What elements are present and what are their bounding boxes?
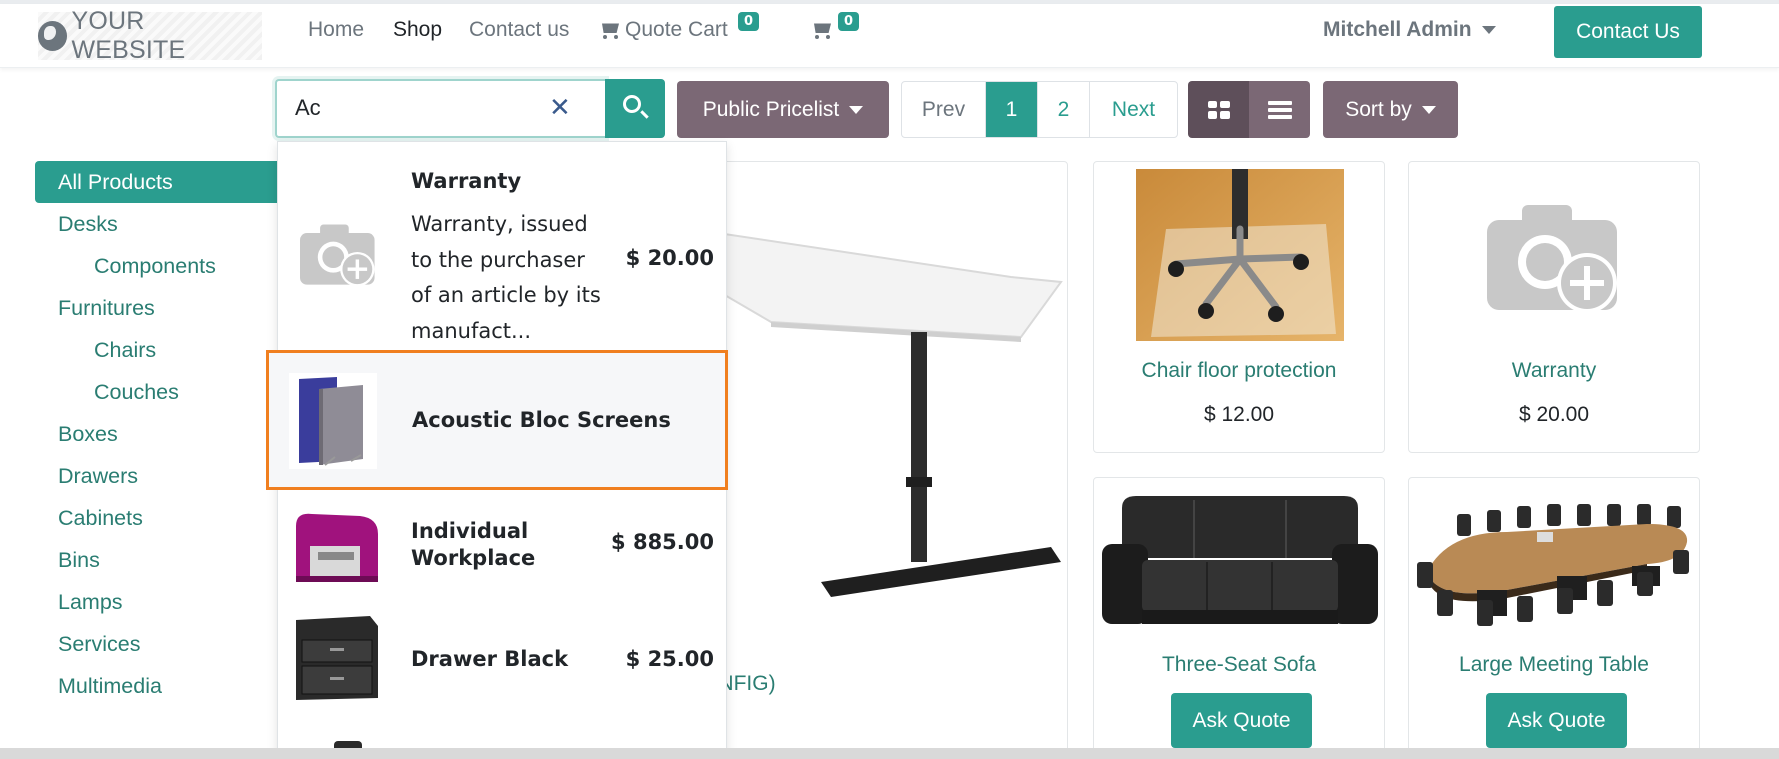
quote-cart-badge: 0	[738, 12, 760, 31]
nav-quote-cart[interactable]: Quote Cart	[599, 18, 728, 42]
category-couches[interactable]: Couches	[35, 371, 280, 413]
camera-placeholder-icon	[1487, 205, 1617, 313]
autocomplete-item-price: $ 885.00	[611, 530, 714, 554]
globe-icon	[38, 21, 68, 51]
grid-view-button[interactable]	[1188, 81, 1249, 138]
site-logo[interactable]: YOUR WEBSITE	[38, 7, 262, 64]
autocomplete-item-name: Acoustic Bloc Screens	[412, 408, 671, 432]
product-name[interactable]: Warranty	[1409, 359, 1699, 383]
category-chairs[interactable]: Chairs	[35, 329, 280, 371]
category-desks[interactable]: Desks	[35, 203, 280, 245]
autocomplete-item-description: Warranty, issued to the purchaser of an …	[411, 212, 601, 343]
logo-text: YOUR WEBSITE	[71, 7, 186, 64]
category-lamps[interactable]: Lamps	[35, 581, 280, 623]
pricelist-label: Public Pricelist	[702, 97, 840, 121]
sort-label: Sort by	[1345, 97, 1412, 121]
autocomplete-item-name: Drawer Black	[411, 647, 569, 671]
view-toggle	[1188, 81, 1310, 138]
product-card[interactable]: Large Meeting Table Ask Quote	[1408, 477, 1700, 759]
list-view-button[interactable]	[1249, 81, 1310, 138]
pager-page-1[interactable]: 1	[985, 82, 1037, 137]
chevron-down-icon	[1421, 105, 1436, 114]
contact-us-button[interactable]: Contact Us	[1554, 6, 1702, 58]
autocomplete-item-drawer-black[interactable]: Drawer Black $ 25.00	[278, 602, 726, 722]
category-bins[interactable]: Bins	[35, 539, 280, 581]
category-furnitures[interactable]: Furnitures	[35, 287, 280, 329]
list-icon	[1267, 100, 1292, 119]
category-components[interactable]: Components	[35, 245, 280, 287]
grid-icon	[1207, 100, 1230, 119]
search-autocomplete-dropdown-lower: Individual Workplace $ 885.00 Drawer Bla…	[277, 492, 727, 759]
product-card[interactable]: Chair floor protection $ 12.00	[1093, 161, 1385, 453]
search-input[interactable]	[295, 95, 515, 121]
user-name: Mitchell Admin	[1323, 18, 1472, 41]
category-cabinets[interactable]: Cabinets	[35, 497, 280, 539]
search-box: ✕	[275, 79, 606, 138]
category-sidebar: All Products Desks Components Furnitures…	[35, 161, 280, 707]
user-menu[interactable]: Mitchell Admin	[1323, 18, 1496, 42]
autocomplete-item-individual-workplace[interactable]: Individual Workplace $ 885.00	[278, 492, 726, 602]
category-drawers[interactable]: Drawers	[35, 455, 280, 497]
product-name[interactable]: Large Meeting Table	[1409, 653, 1699, 677]
sofa-image	[1102, 496, 1378, 624]
site-header: YOUR WEBSITE Home Shop Contact us Quote …	[0, 4, 1779, 68]
pager-next[interactable]: Next	[1089, 82, 1177, 137]
autocomplete-item-price: $ 25.00	[625, 647, 714, 671]
individual-workplace-image	[290, 506, 382, 598]
category-all-products[interactable]: All Products	[35, 161, 280, 203]
product-price: $ 20.00	[1518, 403, 1590, 426]
acoustic-screens-image	[289, 373, 377, 469]
autocomplete-item-acoustic-bloc-screens[interactable]: Acoustic Bloc Screens	[266, 350, 728, 490]
autocomplete-item-name: Individual Workplace	[411, 519, 536, 570]
sort-dropdown[interactable]: Sort by	[1323, 81, 1458, 138]
chair-floor-protection-image	[1136, 169, 1344, 341]
cart-icon	[599, 21, 621, 40]
category-services[interactable]: Services	[35, 623, 280, 665]
product-card[interactable]: Three-Seat Sofa Ask Quote	[1093, 477, 1385, 759]
product-name[interactable]: Chair floor protection	[1094, 359, 1384, 383]
clear-search-icon[interactable]: ✕	[549, 93, 571, 123]
ask-quote-button[interactable]: Ask Quote	[1171, 693, 1312, 748]
pager-page-2[interactable]: 2	[1037, 82, 1089, 137]
cart-icon	[811, 21, 833, 40]
pager-prev[interactable]: Prev	[902, 82, 985, 137]
quote-cart-label: Quote Cart	[625, 18, 728, 41]
cart-badge: 0	[838, 12, 860, 31]
nav-shop[interactable]: Shop	[393, 18, 442, 42]
desk-image	[711, 230, 1063, 597]
product-card[interactable]: Warranty $ 20.00	[1408, 161, 1700, 453]
search-button[interactable]	[605, 79, 665, 138]
category-multimedia[interactable]: Multimedia	[35, 665, 280, 707]
pricelist-dropdown[interactable]: Public Pricelist	[677, 81, 889, 138]
camera-placeholder-icon	[300, 224, 375, 287]
nav-contact[interactable]: Contact us	[469, 18, 569, 42]
product-name[interactable]: Three-Seat Sofa	[1094, 653, 1384, 677]
nav-home[interactable]: Home	[308, 18, 364, 42]
autocomplete-item-price: $ 20.00	[625, 246, 714, 270]
category-boxes[interactable]: Boxes	[35, 413, 280, 455]
search-icon	[623, 95, 641, 113]
drawer-black-image	[290, 610, 382, 702]
horizontal-scrollbar[interactable]	[0, 748, 1779, 759]
ask-quote-button[interactable]: Ask Quote	[1486, 693, 1627, 748]
chevron-down-icon	[1481, 26, 1496, 35]
autocomplete-item-name: Warranty	[411, 169, 522, 193]
chevron-down-icon	[849, 105, 864, 114]
nav-cart[interactable]	[811, 18, 837, 42]
product-price: $ 12.00	[1203, 403, 1275, 426]
pager: Prev 1 2 Next	[901, 81, 1178, 138]
meeting-table-image	[1417, 504, 1689, 626]
autocomplete-item-warranty[interactable]: Warranty Warranty, issued to the purchas…	[278, 142, 726, 350]
